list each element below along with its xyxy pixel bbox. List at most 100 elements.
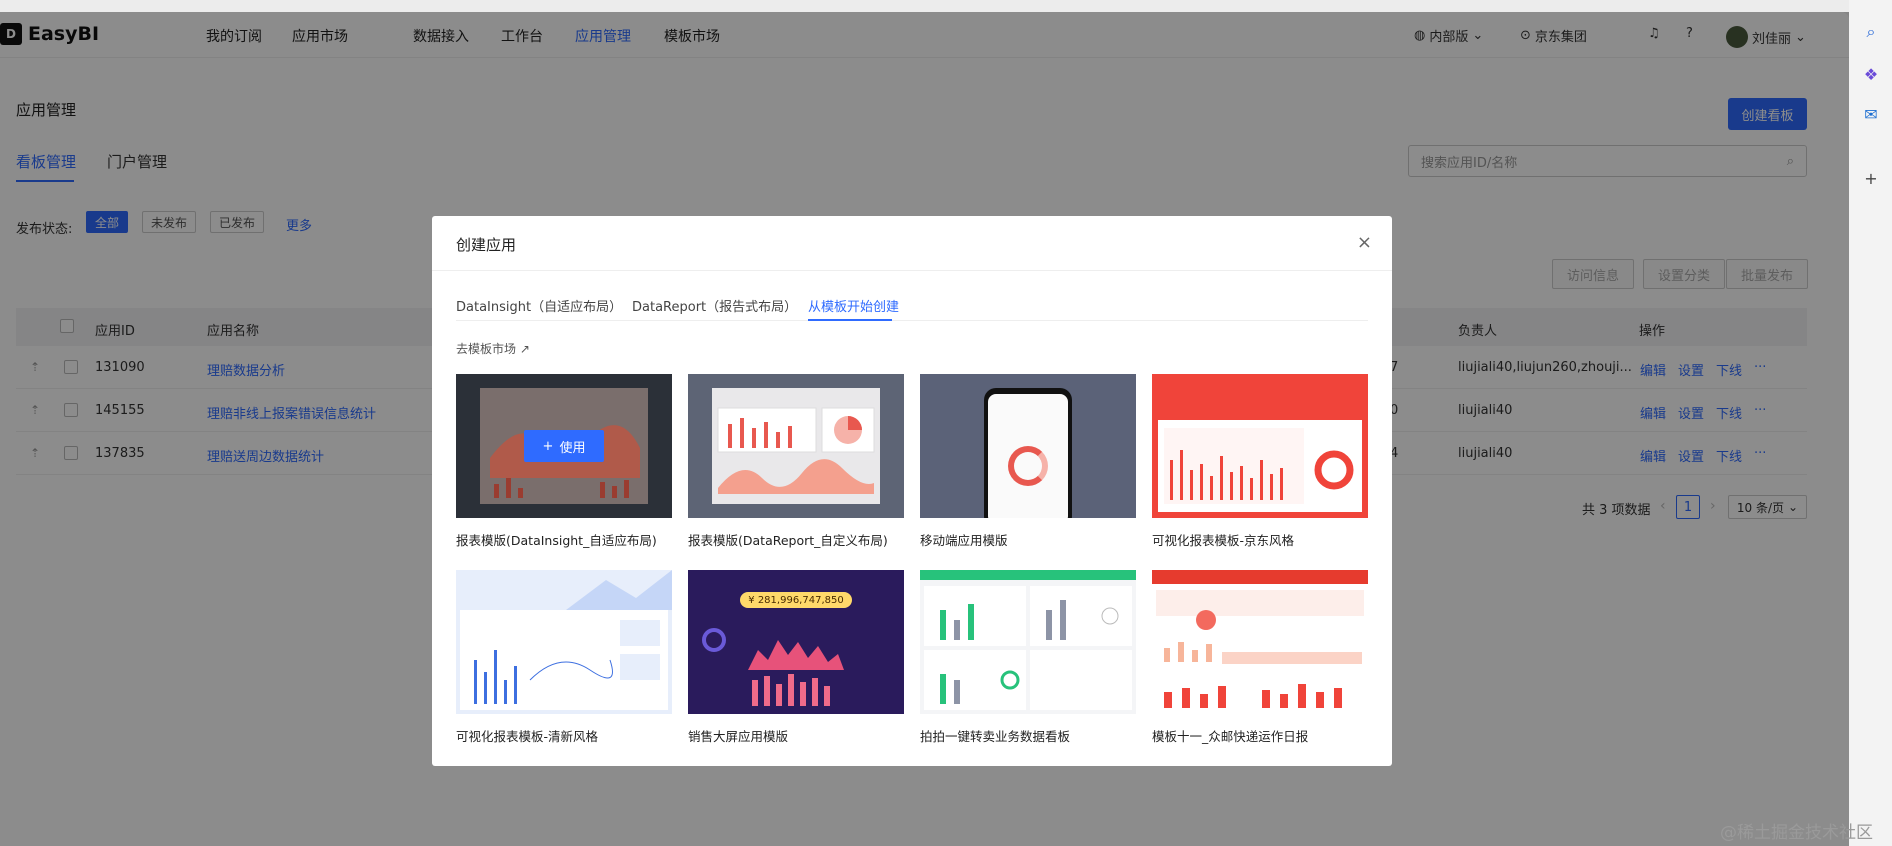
template-card[interactable]: 拍拍一键转卖业务数据看板 [920,570,1136,745]
thumb-panel [460,610,668,710]
panel [1030,586,1132,646]
outlook-icon[interactable]: ✉ [1861,104,1881,124]
template-thumbnail[interactable] [1152,570,1368,714]
bar [776,684,782,706]
template-name: 移动端应用模版 [920,533,1008,548]
bar [752,680,758,706]
thumb-header [566,570,672,610]
template-thumbnail[interactable] [920,374,1136,518]
bar [1230,472,1233,500]
bar [824,686,830,706]
area-shape [718,459,874,494]
phone-mockup [984,388,1072,518]
panel [1030,650,1132,710]
thumb-page [712,388,880,504]
bar [494,650,497,704]
bar [484,672,487,704]
tab-datareport[interactable]: DataReport（报告式布局） [632,296,797,315]
bar [1164,692,1172,708]
bar [1280,468,1283,500]
bar [1206,644,1212,662]
create-app-modal: 创建应用 × DataInsight（自适应布局） DataReport（报告式… [432,216,1392,766]
template-thumbnail[interactable]: ¥ 281,996,747,850 [688,570,904,714]
bar [506,478,511,498]
template-card[interactable]: 模板十一_众邮快递运作日报 [1152,570,1368,745]
donut-chart [1008,446,1048,486]
bar [504,680,507,704]
mountain-shape [566,570,672,610]
kpi-strip [1156,590,1364,616]
use-template-button[interactable]: + 使用 [524,430,604,462]
thumb-chart [717,407,875,494]
area-band [1222,652,1362,664]
thumb-chart [474,620,660,704]
bar [1262,690,1270,708]
thumb-chart [1156,590,1364,708]
template-card[interactable]: 可视化报表模板-京东风格 [1152,374,1368,549]
bar [1200,464,1203,500]
bar [1046,610,1052,640]
search-icon[interactable]: ⌕ [1861,22,1881,42]
bar [1250,478,1253,500]
bar [812,678,818,706]
kpi-box [620,620,660,646]
bar [474,660,477,704]
template-name: 报表模版(DataInsight_自适应布局) [456,533,657,548]
add-icon[interactable]: + [1861,168,1881,188]
bar [1334,688,1342,708]
tab-datainsight[interactable]: DataInsight（自适应布局） [456,296,622,315]
template-card[interactable]: ¥ 281,996,747,850 销售大屏应用模版 [688,570,904,745]
thumb-chart [702,628,844,706]
bar [1316,692,1324,708]
modal-divider [432,270,1392,271]
bar [1170,460,1173,500]
bar [764,676,770,706]
tab-from-template[interactable]: 从模板开始创建 [808,296,899,315]
bar [954,620,960,640]
template-thumbnail[interactable] [688,374,904,518]
browser-sidebar: ⌕ ❖ ✉ + [1849,0,1892,846]
template-thumbnail[interactable] [456,570,672,714]
bar [954,680,960,704]
bar [740,418,744,448]
template-card[interactable]: 报表模版(DataReport_自定义布局) [688,374,904,549]
copilot-icon[interactable]: ❖ [1861,64,1881,84]
bar [1180,450,1183,500]
bar [1200,694,1208,708]
bar [612,486,617,498]
bar [1218,686,1226,708]
bar [600,482,605,498]
bar [940,674,946,704]
template-name: 拍拍一键转卖业务数据看板 [920,729,1071,744]
template-card[interactable]: 移动端应用模版 [920,374,1136,549]
ring [702,628,726,652]
template-thumbnail[interactable]: + 使用 [456,374,672,518]
template-card[interactable]: + 使用 报表模版(DataInsight_自适应布局) [456,374,672,549]
bar [1178,642,1184,662]
bar [788,674,794,706]
bar [518,488,523,498]
template-thumbnail[interactable] [1152,374,1368,518]
template-name: 可视化报表模板-清新风格 [456,729,599,744]
tab-bar-line [456,320,1368,321]
browser-strip [0,0,1892,12]
template-card[interactable]: 可视化报表模板-清新风格 [456,570,672,745]
bar [752,428,756,448]
modal-title: 创建应用 [456,236,517,254]
bar [1192,650,1198,662]
panel [924,650,1026,710]
tab-underline [808,319,892,321]
template-name: 销售大屏应用模版 [688,729,789,744]
bar [776,432,780,448]
template-thumbnail[interactable] [920,570,1136,714]
close-icon[interactable]: × [1357,232,1372,253]
bar [1260,460,1263,500]
bar [968,604,974,640]
template-market-link[interactable]: 去模板市场 ↗ [456,340,530,357]
plus-icon: + [542,438,554,454]
bar [1240,466,1243,500]
thumb-chart [1164,428,1354,504]
use-button-label: 使用 [559,440,586,456]
watermark: @稀土掘金技术社区 [1720,823,1873,843]
bar [1060,600,1066,640]
